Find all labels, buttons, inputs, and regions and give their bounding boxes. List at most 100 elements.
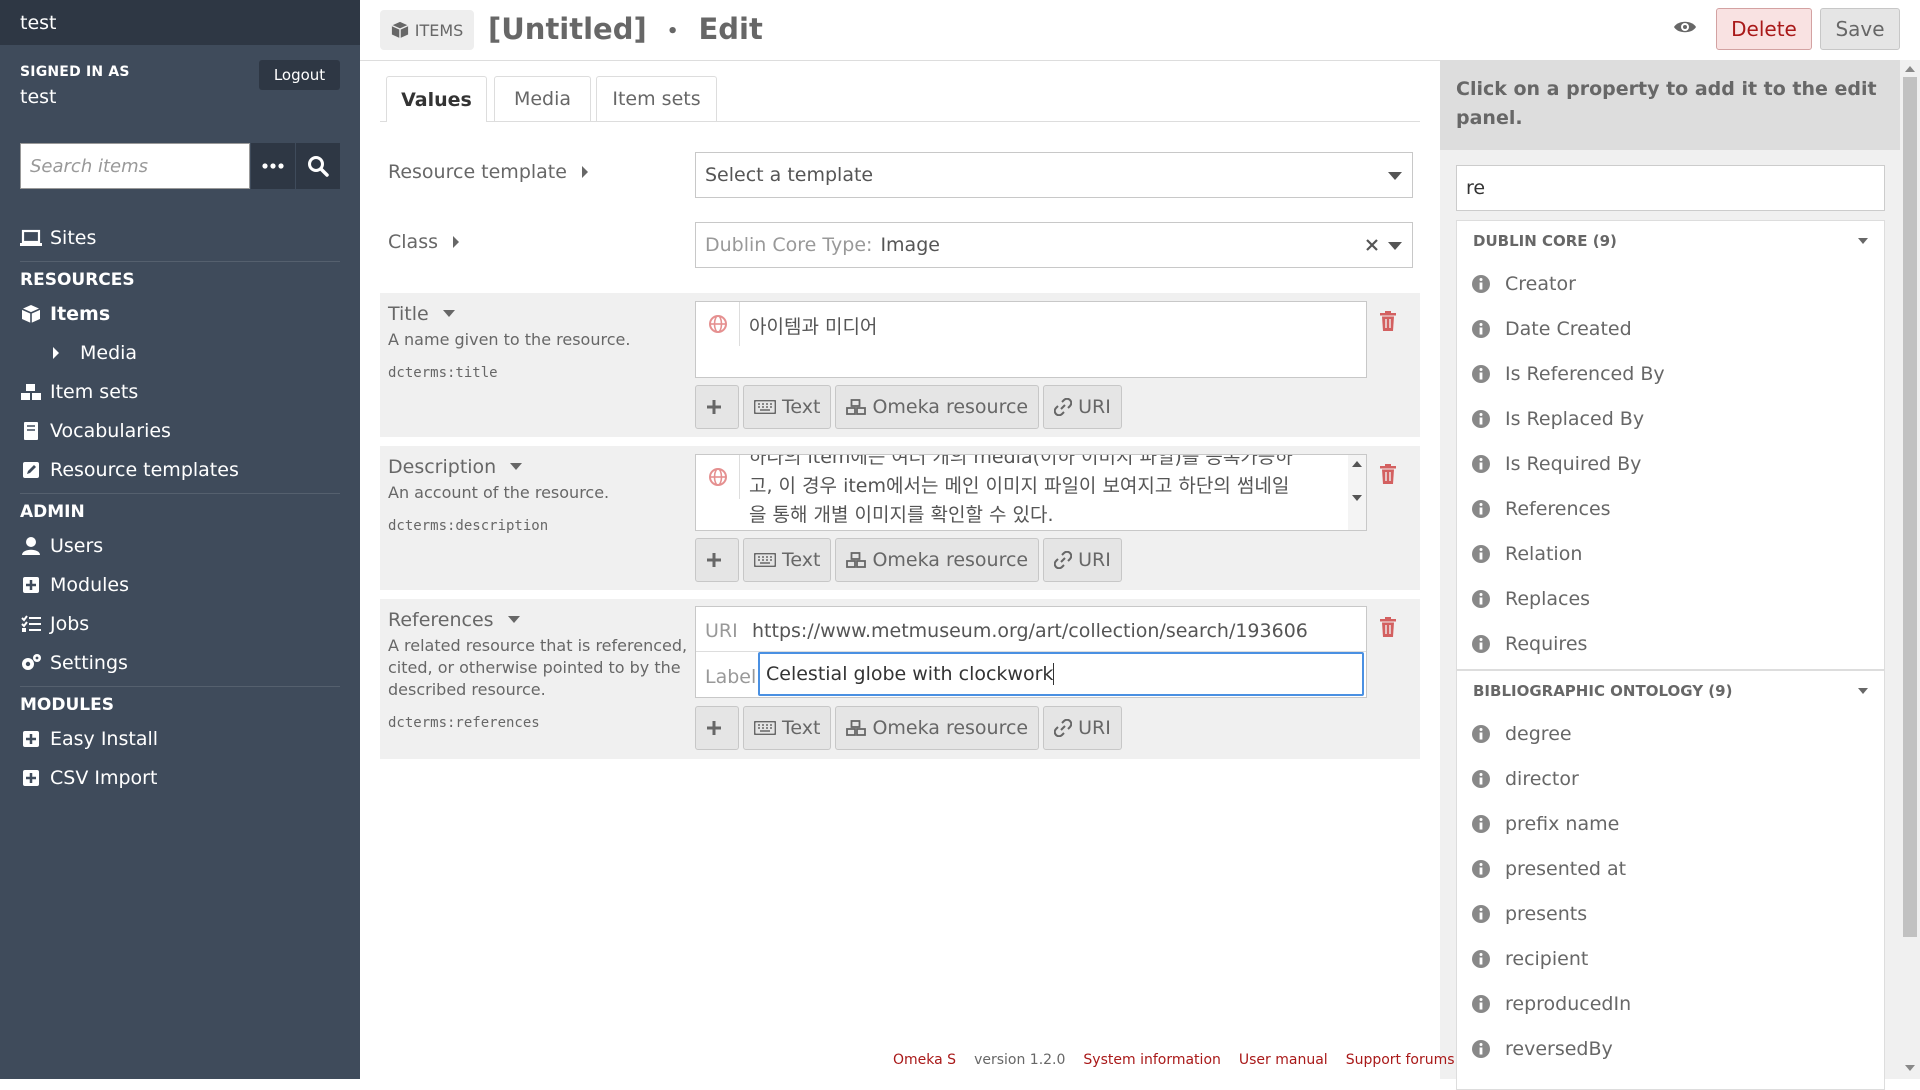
property-item[interactable]: degree — [1457, 711, 1884, 756]
nav-items[interactable]: Items — [0, 294, 360, 333]
nav-sites[interactable]: Sites — [0, 218, 360, 257]
info-icon[interactable] — [1471, 724, 1491, 744]
class-select[interactable]: Dublin Core Type: Image — [695, 222, 1413, 268]
add-value-button[interactable] — [695, 706, 739, 750]
delete-button[interactable]: Delete — [1716, 8, 1812, 50]
tab-values[interactable]: Values — [386, 76, 487, 122]
tab-media[interactable]: Media — [494, 76, 591, 121]
add-omeka-resource-button[interactable]: Omeka resource — [835, 706, 1040, 750]
remove-value-button[interactable] — [1380, 464, 1396, 488]
scroll-down-icon[interactable] — [1352, 495, 1362, 501]
add-uri-button[interactable]: URI — [1043, 706, 1122, 750]
info-icon[interactable] — [1471, 814, 1491, 834]
search-button[interactable] — [296, 143, 340, 189]
info-icon[interactable] — [1471, 1039, 1491, 1059]
save-button[interactable]: Save — [1820, 8, 1900, 50]
nav-modules[interactable]: Modules — [0, 565, 360, 604]
property-filter-input[interactable]: re — [1456, 165, 1885, 211]
language-button[interactable] — [696, 302, 740, 346]
property-item[interactable]: reproducedIn — [1457, 981, 1884, 1026]
info-icon[interactable] — [1471, 904, 1491, 924]
property-item[interactable]: presents — [1457, 891, 1884, 936]
info-icon[interactable] — [1471, 499, 1491, 519]
resource-template-select[interactable]: Select a template — [695, 152, 1413, 198]
nav-media[interactable]: Media — [0, 333, 360, 372]
property-item[interactable]: Replaces — [1457, 576, 1884, 621]
title-field-label[interactable]: Title — [388, 303, 455, 325]
scrollbar-thumb[interactable] — [1903, 77, 1917, 937]
nav-item-sets[interactable]: Item sets — [0, 372, 360, 411]
info-icon[interactable] — [1471, 589, 1491, 609]
scroll-up-icon[interactable] — [1352, 461, 1362, 467]
site-title[interactable]: test — [0, 0, 360, 45]
class-label[interactable]: Class — [388, 231, 460, 253]
nav-jobs[interactable]: Jobs — [0, 604, 360, 643]
info-icon[interactable] — [1471, 454, 1491, 474]
add-text-button[interactable]: Text — [743, 706, 832, 750]
clear-icon[interactable] — [1366, 239, 1378, 251]
info-icon[interactable] — [1471, 544, 1491, 564]
language-button[interactable] — [696, 455, 740, 499]
nav-easy-install[interactable]: Easy Install — [0, 719, 360, 758]
property-item[interactable]: prefix name — [1457, 801, 1884, 846]
nav-users[interactable]: Users — [0, 526, 360, 565]
vocabulary-header[interactable]: DUBLIN CORE (9) — [1457, 221, 1884, 261]
nav-vocabularies[interactable]: Vocabularies — [0, 411, 360, 450]
property-item[interactable]: recipient — [1457, 936, 1884, 981]
property-item[interactable]: Requires — [1457, 621, 1884, 666]
add-value-button[interactable] — [695, 538, 739, 582]
property-item[interactable]: director — [1457, 756, 1884, 801]
info-icon[interactable] — [1471, 634, 1491, 654]
info-icon[interactable] — [1471, 769, 1491, 789]
property-item[interactable]: Is Replaced By — [1457, 396, 1884, 441]
search-input[interactable]: Search items — [20, 143, 250, 189]
info-icon[interactable] — [1471, 319, 1491, 339]
info-icon[interactable] — [1471, 994, 1491, 1014]
property-item[interactable]: Date Created — [1457, 306, 1884, 351]
remove-value-button[interactable] — [1380, 311, 1396, 335]
add-text-button[interactable]: Text — [743, 538, 832, 582]
remove-value-button[interactable] — [1380, 617, 1396, 641]
nav-resource-templates[interactable]: Resource templates — [0, 450, 360, 489]
property-item[interactable]: Relation — [1457, 531, 1884, 576]
vocabulary-header[interactable]: BIBLIOGRAPHIC ONTOLOGY (9) — [1457, 671, 1884, 711]
footer-omeka-link[interactable]: Omeka S — [893, 1052, 956, 1068]
info-icon[interactable] — [1471, 949, 1491, 969]
add-omeka-resource-button[interactable]: Omeka resource — [835, 385, 1040, 429]
info-icon[interactable] — [1471, 409, 1491, 429]
nav-settings[interactable]: Settings — [0, 643, 360, 682]
page-scrollbar[interactable] — [1900, 60, 1920, 1079]
title-value-input[interactable]: 아이템과 미디어 — [695, 301, 1367, 378]
resource-template-label[interactable]: Resource template — [388, 161, 589, 183]
uri-label-input[interactable]: Celestial globe with clockwork — [758, 652, 1364, 696]
property-item[interactable]: Is Required By — [1457, 441, 1884, 486]
add-value-button[interactable] — [695, 385, 739, 429]
add-text-button[interactable]: Text — [743, 385, 832, 429]
scroll-up-icon[interactable] — [1905, 66, 1915, 72]
add-omeka-resource-button[interactable]: Omeka resource — [835, 538, 1040, 582]
property-item[interactable]: Creator — [1457, 261, 1884, 306]
property-item[interactable]: References — [1457, 486, 1884, 531]
logout-button[interactable]: Logout — [259, 60, 340, 90]
scroll-down-icon[interactable] — [1905, 1065, 1915, 1071]
add-uri-button[interactable]: URI — [1043, 385, 1122, 429]
nav-csv-import[interactable]: CSV Import — [0, 758, 360, 797]
property-item[interactable]: Is Referenced By — [1457, 351, 1884, 396]
uri-input[interactable]: https://www.metmuseum.org/art/collection… — [752, 620, 1308, 642]
username[interactable]: test — [20, 86, 130, 108]
references-field-label[interactable]: References — [388, 609, 520, 631]
view-public-button[interactable] — [1673, 19, 1697, 39]
property-item[interactable]: presented at — [1457, 846, 1884, 891]
footer-system-info-link[interactable]: System information — [1083, 1052, 1220, 1068]
property-item[interactable]: reversedBy — [1457, 1026, 1884, 1071]
add-uri-button[interactable]: URI — [1043, 538, 1122, 582]
textarea-scrollbar[interactable] — [1348, 455, 1366, 530]
footer-user-manual-link[interactable]: User manual — [1239, 1052, 1328, 1068]
info-icon[interactable] — [1471, 859, 1491, 879]
info-icon[interactable] — [1471, 364, 1491, 384]
tab-item-sets[interactable]: Item sets — [596, 76, 717, 121]
info-icon[interactable] — [1471, 274, 1491, 294]
footer-support-link[interactable]: Support forums — [1346, 1052, 1455, 1068]
advanced-search-button[interactable] — [251, 143, 295, 189]
description-value-input[interactable]: 하나의 item에는 여러 개의 media(이하 이미지 파일)를 등록가능하… — [695, 454, 1367, 531]
